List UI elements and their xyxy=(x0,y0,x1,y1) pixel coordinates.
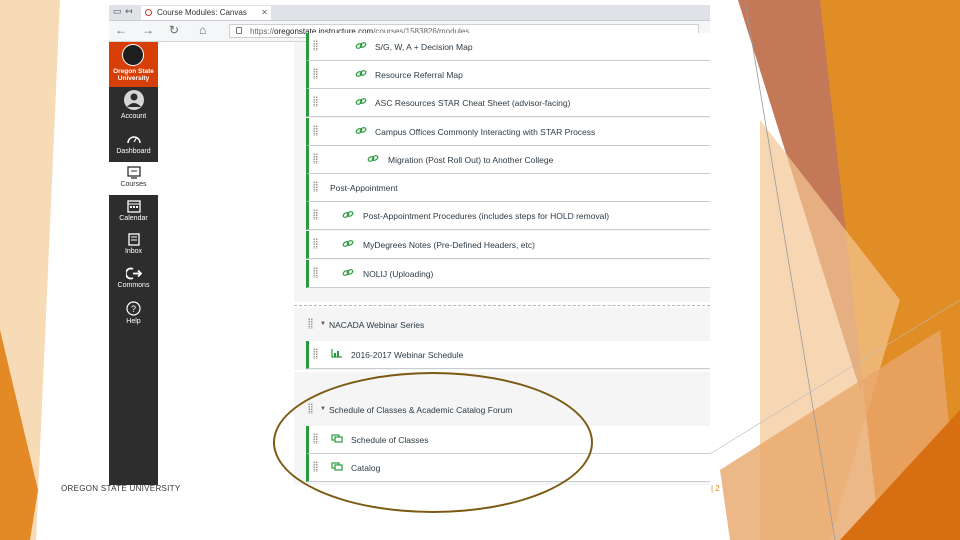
module-item[interactable]: NOLIJ (Uploading) xyxy=(306,260,710,288)
tab-title: Course Modules: Canvas xyxy=(157,8,247,17)
module-item-title[interactable]: Resource Referral Map xyxy=(375,70,463,80)
module-item-title[interactable]: S/G, W, A + Decision Map xyxy=(375,42,473,52)
module-item-title[interactable]: MyDegrees Notes (Pre-Defined Headers, et… xyxy=(363,240,535,250)
drag-handle-icon[interactable] xyxy=(313,96,318,107)
module-item[interactable]: Migration (Post Roll Out) to Another Col… xyxy=(306,146,710,174)
drag-handle-icon[interactable] xyxy=(313,125,318,136)
module-item-title[interactable]: Campus Offices Commonly Interacting with… xyxy=(375,127,595,137)
link-icon xyxy=(367,155,379,162)
text-header-post-appointment: Post-Appointment xyxy=(306,174,710,202)
chart-icon xyxy=(331,349,342,358)
nav-commons[interactable]: Commons xyxy=(109,267,158,297)
drag-handle-icon[interactable] xyxy=(313,68,318,79)
nav-courses[interactable]: Courses xyxy=(109,162,158,195)
nav-help[interactable]: ? Help xyxy=(109,301,158,331)
drag-handle-icon[interactable] xyxy=(313,348,318,359)
inbox-icon xyxy=(127,233,140,246)
dashboard-icon xyxy=(126,136,141,144)
module-divider xyxy=(294,305,710,306)
module-item-title[interactable]: Post-Appointment Procedures (includes st… xyxy=(363,211,609,221)
nav-help-label: Help xyxy=(126,318,141,325)
module-item[interactable]: Campus Offices Commonly Interacting with… xyxy=(306,118,710,146)
svg-text:?: ? xyxy=(131,304,136,314)
drag-handle-icon[interactable] xyxy=(313,267,318,278)
url-prefix: https:// xyxy=(250,27,275,36)
module-item[interactable]: S/G, W, A + Decision Map xyxy=(306,33,710,61)
module-item[interactable]: ASC Resources STAR Cheat Sheet (advisor-… xyxy=(306,89,710,117)
nav-calendar[interactable]: Calendar xyxy=(109,199,158,229)
module-item-title[interactable]: Migration (Post Roll Out) to Another Col… xyxy=(388,155,553,165)
link-icon xyxy=(342,240,354,247)
help-icon: ? xyxy=(126,301,141,316)
nav-dashboard-label: Dashboard xyxy=(116,148,151,155)
module-item[interactable]: Resource Referral Map xyxy=(306,61,710,89)
module-title[interactable]: NACADA Webinar Series xyxy=(329,320,424,330)
drag-handle-icon[interactable] xyxy=(308,318,313,329)
global-nav-sidebar: Oregon State University Account Dashboar… xyxy=(109,42,158,485)
drag-handle-icon[interactable] xyxy=(313,153,318,164)
module-item-title[interactable]: ASC Resources STAR Cheat Sheet (advisor-… xyxy=(375,98,570,108)
link-icon xyxy=(355,98,367,105)
tab-back-icon[interactable]: ↤ xyxy=(125,6,133,17)
nav-account-label: Account xyxy=(120,113,147,120)
nav-account[interactable]: Account xyxy=(109,89,158,127)
link-icon xyxy=(355,42,367,49)
osu-logo[interactable]: Oregon State University xyxy=(109,42,158,87)
module-item-title[interactable]: 2016-2017 Webinar Schedule xyxy=(351,350,463,360)
nav-calendar-label: Calendar xyxy=(119,215,148,222)
drag-handle-icon[interactable] xyxy=(313,238,318,249)
nav-inbox-label: Inbox xyxy=(124,248,143,255)
commons-icon xyxy=(125,267,142,280)
nav-commons-label: Commons xyxy=(117,282,150,289)
link-icon xyxy=(355,70,367,77)
highlight-ellipse xyxy=(273,372,593,513)
nav-courses-label: Courses xyxy=(120,181,147,188)
drag-handle-icon[interactable] xyxy=(313,209,318,220)
back-arrow-icon[interactable]: ← xyxy=(115,23,127,37)
logo-text: Oregon State University xyxy=(113,68,154,82)
caret-down-icon[interactable]: ▼ xyxy=(320,321,326,327)
module-item[interactable]: MyDegrees Notes (Pre-Defined Headers, et… xyxy=(306,231,710,259)
module-item[interactable]: Post-Appointment Procedures (includes st… xyxy=(306,202,710,230)
slide-page-number: | 2 xyxy=(711,484,720,493)
account-icon xyxy=(123,90,144,110)
module-item-title[interactable]: NOLIJ (Uploading) xyxy=(363,269,433,279)
browser-tab[interactable]: Course Modules: Canvas ✕ xyxy=(141,6,271,20)
footer-university-name: OREGON STATE UNIVERSITY xyxy=(61,484,181,493)
lock-icon xyxy=(236,27,242,34)
nav-inbox[interactable]: Inbox xyxy=(109,233,158,263)
link-icon xyxy=(355,127,367,134)
refresh-icon[interactable]: ↻ xyxy=(169,23,179,37)
subheader-title: Post-Appointment xyxy=(330,183,398,193)
beaver-seal-icon xyxy=(122,44,144,66)
courses-icon xyxy=(126,166,141,179)
calendar-icon xyxy=(126,200,141,213)
drag-handle-icon[interactable] xyxy=(313,181,318,192)
drag-handle-icon[interactable] xyxy=(313,40,318,51)
forward-arrow-icon[interactable]: → xyxy=(142,23,154,37)
link-icon xyxy=(342,211,354,218)
module-item[interactable]: 2016-2017 Webinar Schedule xyxy=(306,341,710,369)
window-icon[interactable]: ▭ xyxy=(113,6,122,17)
nav-dashboard[interactable]: Dashboard xyxy=(109,132,158,162)
close-icon[interactable]: ✕ xyxy=(261,6,268,20)
tab-favicon-icon xyxy=(145,9,152,16)
home-icon[interactable]: ⌂ xyxy=(199,23,206,37)
module-header-nacada[interactable]: ▼ NACADA Webinar Series xyxy=(294,311,710,339)
browser-tab-strip: ▭ ↤ Course Modules: Canvas ✕ xyxy=(109,5,710,21)
link-icon xyxy=(342,269,354,276)
